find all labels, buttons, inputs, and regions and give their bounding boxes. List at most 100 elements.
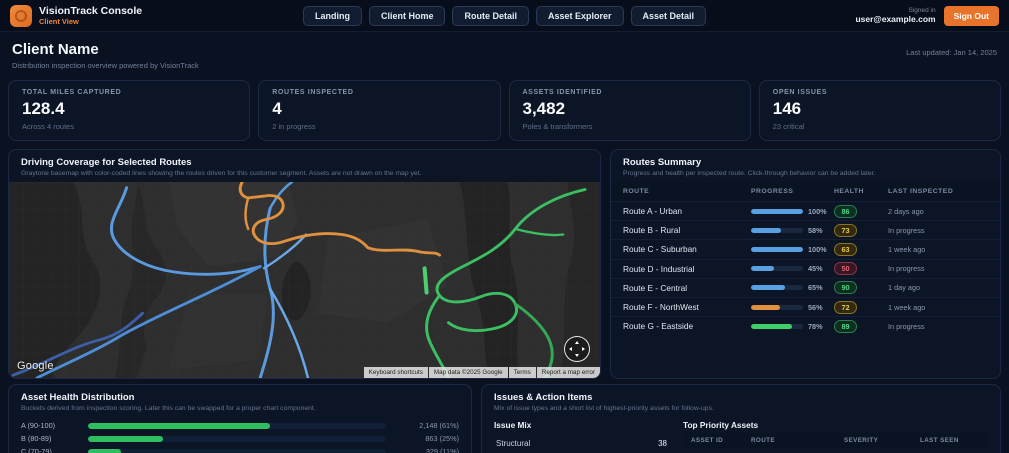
col-route: Route — [623, 188, 650, 195]
pan-arrows-icon — [569, 341, 585, 357]
progress-bar — [751, 323, 803, 329]
col-last-inspected: Last Inspected — [888, 188, 954, 195]
health-badge: 89 — [834, 319, 857, 333]
health-badge: 72 — [834, 300, 857, 314]
route-name: Route B - Rural — [623, 225, 681, 236]
route-name: Route C - Suburban — [623, 244, 697, 255]
nav-tabs: Landing Client Home Route Detail Asset E… — [302, 5, 707, 26]
health-bar-row: A (90-100) 2,148 (61%) — [21, 419, 459, 432]
kpi-value: 4 — [272, 99, 282, 118]
col-asset-id: Asset ID — [691, 437, 724, 444]
map-attribution: Keyboard shortcuts Map data ©2025 Google… — [363, 367, 600, 378]
route-name: Route G - Eastside — [623, 321, 694, 332]
kpi-value: 3,482 — [522, 99, 566, 118]
sign-out-button[interactable]: Sign Out — [943, 5, 999, 26]
issues-panel-subtitle: Mix of issue types and a short list of h… — [494, 405, 714, 412]
bucket-value: 2,148 (61%) — [419, 421, 459, 431]
kpi-sub: Poles & transformers — [522, 122, 593, 131]
progress-percent: 58% — [808, 225, 823, 235]
col-progress: Progress — [751, 188, 794, 195]
coverage-map[interactable]: Google Keyboard shortcuts Map data ©2025… — [9, 182, 600, 378]
assets-table-header: Asset ID Route Severity Last Seen — [683, 433, 988, 448]
routes-table-header: Route Progress Health Last Inspected — [611, 182, 1000, 201]
health-badge: 86 — [834, 204, 857, 218]
last-inspected: In progress — [888, 225, 925, 235]
progress-percent: 78% — [808, 321, 823, 331]
table-row: Route E - Central 65% 90 1 day ago — [611, 277, 1000, 297]
bucket-bar — [88, 422, 386, 429]
table-row: Route B - Rural 58% 73 In progress — [611, 220, 1000, 239]
last-inspected: 1 week ago — [888, 244, 926, 254]
table-row: Route G - Eastside 78% 89 In progress — [611, 316, 1000, 335]
visiontrack-console-app: VisionTrack Console Client View Landing … — [0, 0, 1009, 453]
table-row: Route F - NorthWest 56% 72 1 week ago — [611, 296, 1000, 316]
tab-route-detail[interactable]: Route Detail — [452, 5, 529, 26]
col-severity: Severity — [844, 437, 879, 444]
progress-percent: 45% — [808, 264, 823, 274]
health-badge: 73 — [834, 223, 857, 237]
last-inspected: 2 days ago — [888, 206, 924, 216]
last-inspected: 1 day ago — [888, 283, 921, 293]
health-panel-subtitle: Buckets derived from inspection scoring.… — [21, 405, 316, 412]
kpi-label: Total Miles Captured — [22, 89, 122, 96]
page-title: Client Name — [12, 41, 99, 58]
col-route: Route — [751, 437, 775, 444]
map-pan-control[interactable] — [564, 336, 590, 362]
tab-asset-explorer[interactable]: Asset Explorer — [535, 5, 624, 26]
keyboard-shortcuts-link[interactable]: Keyboard shortcuts — [363, 367, 428, 378]
progress-percent: 65% — [808, 283, 823, 293]
bottom-row: Asset Health Distribution Buckets derive… — [0, 379, 1009, 453]
health-bar-row: C (70-79) 329 (11%) — [21, 445, 459, 453]
health-badge: 90 — [834, 281, 857, 295]
last-inspected: In progress — [888, 264, 925, 274]
kpi-value: 128.4 — [22, 99, 65, 118]
brand-title: VisionTrack Console — [39, 4, 143, 17]
list-item: Structural 38 — [494, 433, 669, 453]
map-panel-subtitle: Graytone basemap with color-coded lines … — [21, 170, 422, 177]
map-panel-title: Driving Coverage for Selected Routes — [21, 157, 192, 168]
progress-percent: 56% — [808, 302, 823, 312]
progress-percent: 100% — [808, 206, 827, 216]
last-inspected: In progress — [888, 321, 925, 331]
driving-coverage-panel: Driving Coverage for Selected Routes Gra… — [8, 149, 601, 379]
map-panel-head: Driving Coverage for Selected Routes Gra… — [9, 150, 600, 182]
route-name: Route E - Central — [623, 282, 688, 293]
col-health: Health — [834, 188, 864, 195]
asset-health-panel: Asset Health Distribution Buckets derive… — [8, 384, 472, 453]
col-last-seen: Last Seen — [920, 437, 959, 444]
terms-link[interactable]: Terms — [508, 367, 536, 378]
brand: VisionTrack Console Client View — [10, 4, 300, 27]
health-bars: A (90-100) 2,148 (61%) B (80-89) 863 (25… — [9, 417, 471, 453]
routes-panel-title: Routes Summary — [623, 157, 702, 168]
route-name: Route A - Urban — [623, 206, 683, 217]
bucket-bar — [88, 448, 386, 453]
tab-asset-detail[interactable]: Asset Detail — [630, 5, 707, 26]
route-name: Route F - NorthWest — [623, 302, 699, 313]
progress-bar — [751, 208, 803, 214]
brand-subtitle: Client View — [39, 17, 79, 27]
page-subtitle: Distribution inspection overview powered… — [12, 61, 199, 70]
report-map-error-link[interactable]: Report a map error — [536, 367, 600, 378]
google-logo[interactable]: Google — [17, 360, 54, 372]
kpi-assets-identified: Assets Identified 3,482 Poles & transfor… — [508, 80, 751, 141]
health-bar-row: B (80-89) 863 (25%) — [21, 432, 459, 445]
health-badge: 63 — [834, 242, 857, 256]
kpi-sub: Across 4 routes — [22, 122, 75, 131]
table-row: A-1234 Feeder 98 · Industrial Critical 2… — [683, 448, 988, 453]
tab-landing[interactable]: Landing — [302, 5, 362, 26]
health-badge: 50 — [834, 262, 857, 276]
signed-in-label: Signed in — [908, 7, 936, 14]
progress-bar — [751, 266, 803, 272]
health-panel-head: Asset Health Distribution Buckets derive… — [9, 385, 471, 417]
table-row: Route C - Suburban 100% 63 1 week ago — [611, 239, 1000, 258]
app-logo-icon — [10, 4, 32, 27]
bucket-label: C (70-79) — [21, 447, 52, 453]
progress-bar — [751, 227, 803, 233]
user-area: Signed in user@example.com Sign Out — [709, 5, 999, 26]
tab-client-home[interactable]: Client Home — [368, 5, 446, 26]
bucket-label: A (90-100) — [21, 421, 56, 431]
kpi-sub: 2 in progress — [272, 122, 316, 131]
last-updated-label: Last updated: Jan 14, 2025 — [906, 48, 997, 57]
kpi-label: Routes Inspected — [272, 89, 354, 96]
kpi-value: 146 — [772, 99, 802, 118]
